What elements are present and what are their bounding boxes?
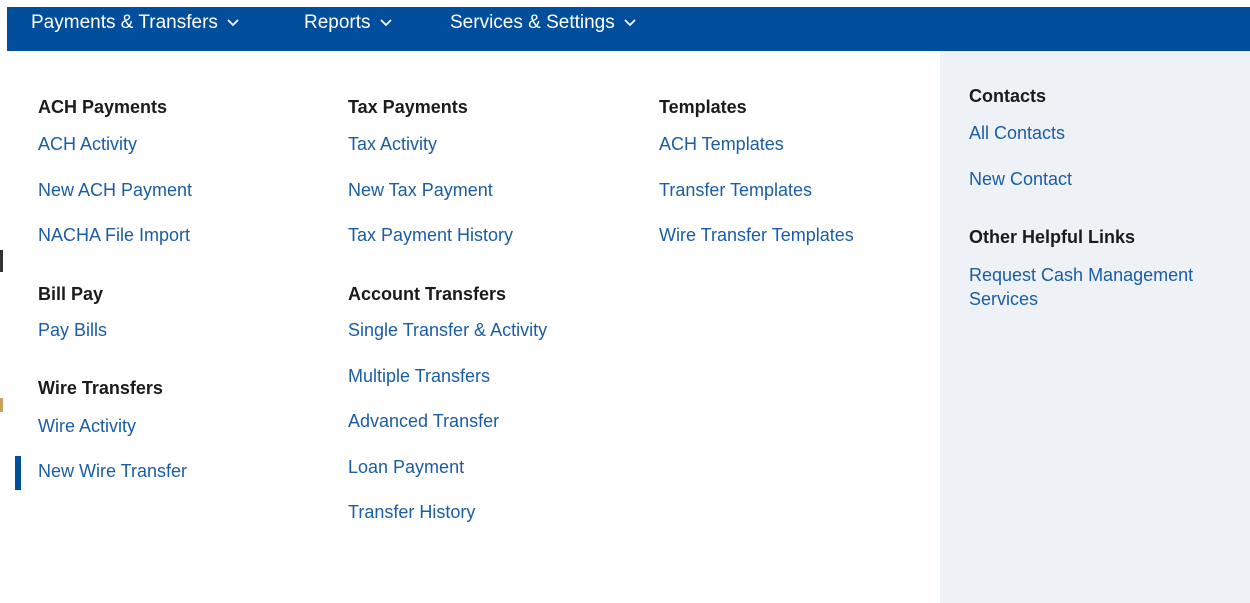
nav-payments-transfers[interactable]: Payments & Transfers [31,7,239,39]
link-new-contact[interactable]: New Contact [969,169,1072,190]
link-tax-payment-history[interactable]: Tax Payment History [348,225,513,246]
wire-transfers-heading: Wire Transfers [38,378,163,398]
chevron-down-icon [379,19,392,27]
ach-payments-heading: ACH Payments [38,97,168,117]
nav-reports[interactable]: Reports [304,7,392,39]
other-helpful-links-heading: Other Helpful Links [969,227,1136,247]
link-tax-activity[interactable]: Tax Activity [348,134,437,155]
templates-heading: Templates [659,97,747,117]
top-nav-bar: Payments & Transfers Reports Services & … [7,7,1250,51]
payments-transfers-dropdown-menu: ACH Payments ACH Activity New ACH Paymen… [7,51,1250,603]
edge-mark [0,250,3,272]
link-single-transfer-activity[interactable]: Single Transfer & Activity [348,320,547,341]
active-item-indicator [15,456,21,490]
link-new-wire-transfer[interactable]: New Wire Transfer [38,461,187,482]
contacts-heading: Contacts [969,86,1047,106]
tax-payments-heading: Tax Payments [348,97,468,117]
link-advanced-transfer[interactable]: Advanced Transfer [348,411,499,432]
link-ach-activity[interactable]: ACH Activity [38,134,137,155]
bill-pay-heading: Bill Pay [38,284,104,304]
link-wire-transfer-templates[interactable]: Wire Transfer Templates [659,225,854,246]
link-pay-bills[interactable]: Pay Bills [38,320,107,341]
edge-mark [0,398,3,412]
chevron-down-icon [227,19,239,27]
nav-services-settings[interactable]: Services & Settings [450,7,636,39]
link-all-contacts[interactable]: All Contacts [969,123,1065,144]
link-loan-payment[interactable]: Loan Payment [348,457,464,478]
link-ach-templates[interactable]: ACH Templates [659,134,784,155]
link-transfer-templates[interactable]: Transfer Templates [659,180,812,201]
account-transfers-heading: Account Transfers [348,284,507,304]
nav-payments-transfers-label: Payments & Transfers [31,12,218,33]
link-new-ach-payment[interactable]: New ACH Payment [38,180,192,201]
link-multiple-transfers[interactable]: Multiple Transfers [348,366,490,387]
link-wire-activity[interactable]: Wire Activity [38,416,136,437]
nav-reports-label: Reports [304,12,371,33]
chevron-down-icon [624,19,636,27]
link-request-cash-management-services[interactable]: Request Cash Management Services [969,263,1229,311]
link-transfer-history[interactable]: Transfer History [348,502,475,523]
link-nacha-file-import[interactable]: NACHA File Import [38,225,190,246]
nav-services-settings-label: Services & Settings [450,12,615,33]
link-new-tax-payment[interactable]: New Tax Payment [348,180,493,201]
